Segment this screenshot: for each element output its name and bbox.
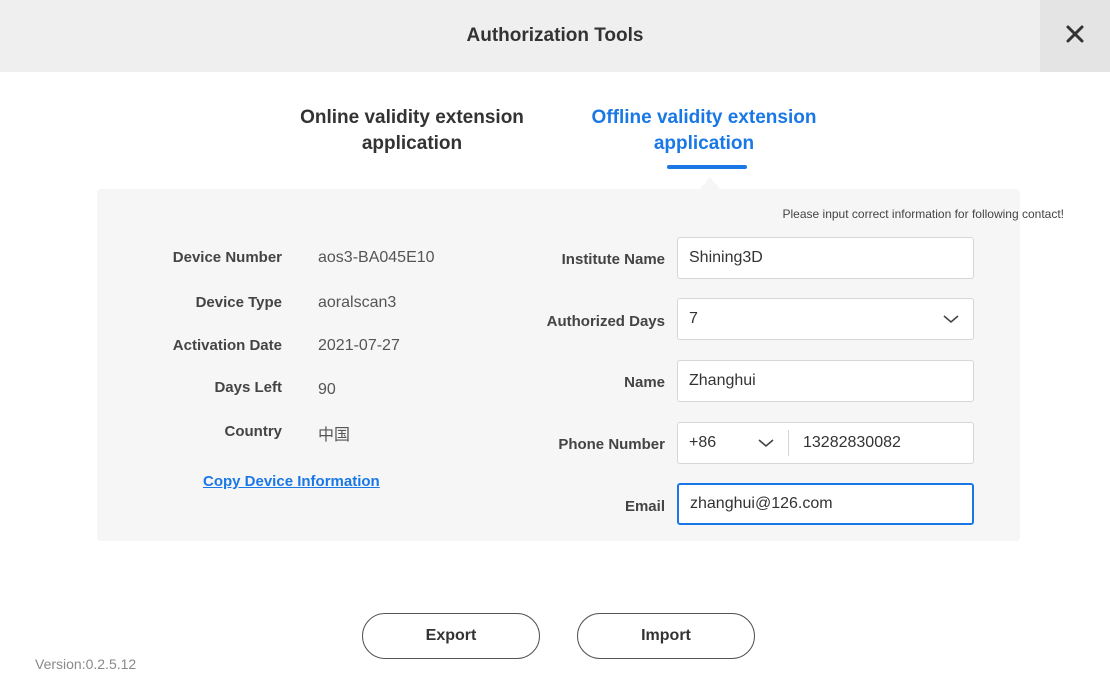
device-number-value: aos3-BA045E10 <box>318 249 435 266</box>
phone-code-select[interactable]: +86 <box>678 423 788 463</box>
authorized-days-value: 7 <box>689 310 698 327</box>
device-type-label: Device Type <box>195 294 282 311</box>
tab-online-label-line2: application <box>361 133 463 154</box>
chevron-down-icon <box>943 312 959 331</box>
authorized-days-select[interactable]: 7 <box>677 298 974 340</box>
window-title: Authorization Tools <box>466 25 644 46</box>
phone-number-group: +86 13282830082 <box>677 422 974 464</box>
contact-hint: Please input correct information for fol… <box>782 207 1064 221</box>
export-button[interactable]: Export <box>362 613 540 659</box>
name-value: Zhanghui <box>689 372 756 389</box>
authorization-dialog: Authorization Tools Online validity exte… <box>0 0 1110 691</box>
activation-date-label: Activation Date <box>172 337 282 354</box>
title-bar: Authorization Tools <box>0 0 1110 72</box>
name-label: Name <box>624 374 665 391</box>
days-left-value: 90 <box>318 381 336 398</box>
tab-offline-label-line1: Offline validity extension <box>591 107 817 128</box>
phone-code-value: +86 <box>689 434 717 451</box>
authorized-days-label: Authorized Days <box>546 313 665 330</box>
tab-offline-extension[interactable]: Offline validity extension application <box>566 105 842 157</box>
phone-number-label: Phone Number <box>558 436 665 453</box>
institute-name-value: Shining3D <box>689 249 763 266</box>
chevron-down-icon <box>758 436 774 455</box>
phone-number-input[interactable]: 13282830082 <box>789 434 901 452</box>
activation-date-value: 2021-07-27 <box>318 337 400 354</box>
country-label: Country <box>224 423 283 440</box>
email-value: zhanghui@126.com <box>690 495 833 512</box>
name-input[interactable]: Zhanghui <box>677 360 974 402</box>
tab-online-extension[interactable]: Online validity extension application <box>280 105 544 157</box>
tab-online-label-line1: Online validity extension <box>300 107 524 128</box>
close-icon <box>1065 24 1085 49</box>
copy-device-info-link[interactable]: Copy Device Information <box>203 473 380 490</box>
email-label: Email <box>624 498 665 515</box>
country-value: 中国 <box>318 427 351 444</box>
active-tab-indicator <box>667 165 747 169</box>
version-label: Version:0.2.5.12 <box>35 656 137 672</box>
panel-pointer <box>700 177 720 189</box>
close-button[interactable] <box>1040 0 1110 72</box>
import-button[interactable]: Import <box>577 613 755 659</box>
institute-name-label: Institute Name <box>561 251 665 268</box>
institute-name-input[interactable]: Shining3D <box>677 237 974 279</box>
days-left-label: Days Left <box>214 379 282 396</box>
tab-offline-label-line2: application <box>653 133 755 154</box>
device-type-value: aoralscan3 <box>318 294 397 311</box>
email-input[interactable]: zhanghui@126.com <box>677 483 974 525</box>
device-number-label: Device Number <box>172 249 282 266</box>
